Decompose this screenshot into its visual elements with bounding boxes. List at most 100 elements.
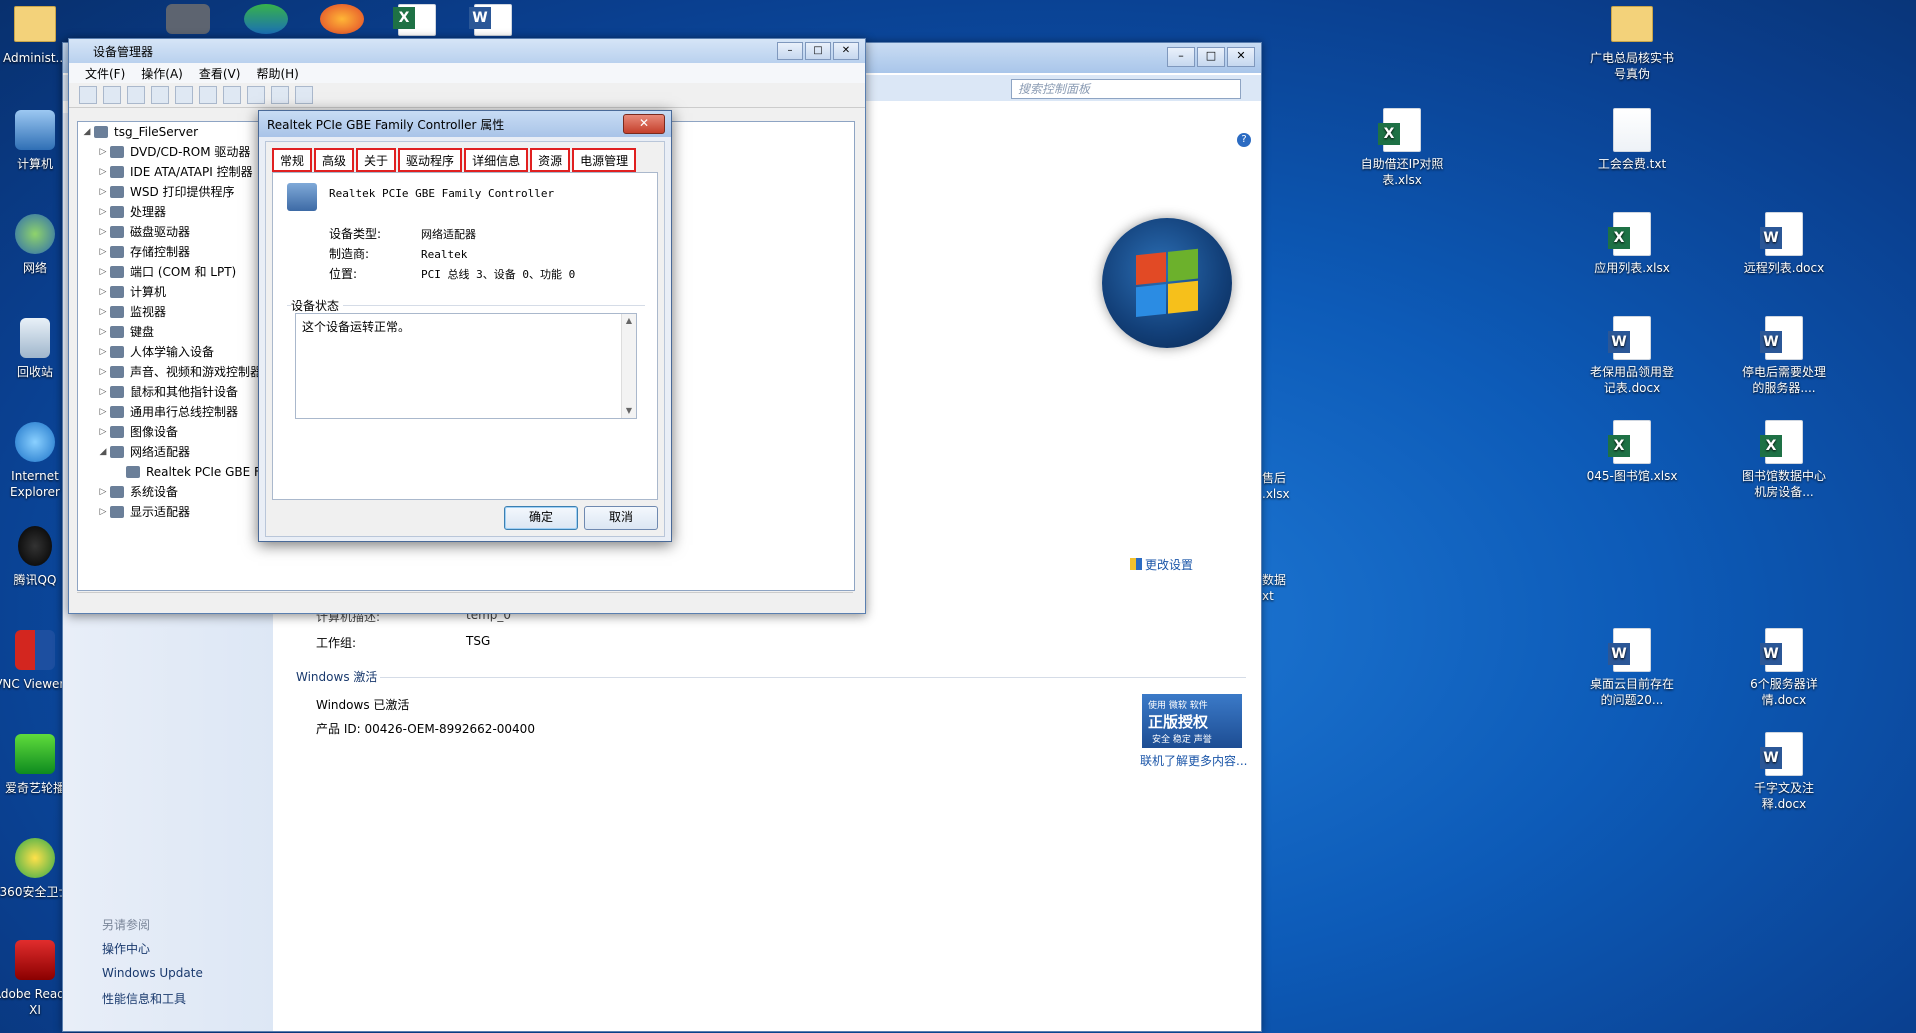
control-panel-search-input[interactable]: 搜索控制面板 — [1011, 79, 1241, 99]
device-status-textbox[interactable]: 这个设备运转正常。 ▲ ▼ — [295, 313, 637, 419]
see-also-performance[interactable]: 性能信息和工具 — [102, 990, 186, 1007]
tree-item-label: 处理器 — [130, 205, 167, 219]
cancel-button[interactable]: 取消 — [584, 506, 658, 530]
expand-arrow-icon[interactable]: ▷ — [96, 202, 110, 222]
help-icon[interactable] — [175, 86, 193, 104]
tab-details[interactable]: 详细信息 — [464, 148, 529, 172]
firefox-icon[interactable] — [320, 4, 364, 34]
desktop-file-label: 广电总局核实书号真伪 — [1589, 51, 1674, 81]
scroll-up-icon[interactable]: ▲ — [622, 314, 636, 328]
processor-icon — [110, 206, 124, 218]
folder-user-icon — [13, 2, 57, 46]
minimize-button[interactable]: – — [777, 42, 803, 60]
badge-sub-text: 安全 稳定 声誉 — [1152, 735, 1212, 745]
expand-arrow-icon[interactable]: ▷ — [96, 502, 110, 522]
device-type-label: 设备类型: — [329, 227, 382, 241]
status-scrollbar[interactable]: ▲ ▼ — [621, 314, 636, 418]
iqiyi-icon — [13, 732, 57, 776]
change-settings-link[interactable]: 更改设置 — [1130, 556, 1193, 573]
device-status-text: 这个设备运转正常。 — [302, 320, 411, 334]
expand-arrow-icon[interactable]: ▷ — [96, 142, 110, 162]
action-pane-icon[interactable] — [199, 86, 217, 104]
menu-bar: 文件(F) 操作(A) 查看(V) 帮助(H) — [69, 63, 865, 83]
excel-file-icon — [1760, 420, 1806, 464]
word-shortcut-icon[interactable] — [469, 4, 512, 36]
close-button[interactable]: ✕ — [833, 42, 859, 60]
device-manager-window-buttons: – □ ✕ — [777, 42, 859, 60]
app-shortcut-icon[interactable] — [166, 4, 210, 34]
excel-shortcut-icon[interactable] — [393, 4, 436, 36]
expand-arrow-icon[interactable]: ▷ — [96, 222, 110, 242]
desktop-file-word[interactable]: 6个服务器详情.docx — [1738, 628, 1830, 708]
properties-dialog: Realtek PCIe GBE Family Controller 属性 ✕ … — [258, 110, 672, 542]
desktop-file-word[interactable]: 桌面云目前存在的问题20... — [1586, 628, 1678, 708]
menu-action[interactable]: 操作(A) — [141, 65, 183, 82]
tab-resources[interactable]: 资源 — [530, 148, 571, 172]
desktop-file-excel[interactable]: 图书馆数据中心机房设备... — [1738, 420, 1830, 500]
expand-arrow-icon[interactable]: ▷ — [96, 262, 110, 282]
disable-icon[interactable] — [295, 86, 313, 104]
collapse-arrow-icon[interactable]: ◢ — [80, 122, 94, 142]
maximize-button[interactable]: □ — [1197, 47, 1225, 67]
expand-arrow-icon[interactable]: ▷ — [96, 182, 110, 202]
back-icon[interactable] — [79, 86, 97, 104]
tab-advanced[interactable]: 高级 — [314, 148, 355, 172]
ok-button[interactable]: 确定 — [504, 506, 578, 530]
scroll-down-icon[interactable]: ▼ — [622, 404, 636, 418]
expand-arrow-icon[interactable]: ▷ — [96, 402, 110, 422]
see-also-action-center[interactable]: 操作中心 — [102, 940, 150, 957]
desktop-file-excel[interactable]: 045-图书馆.xlsx — [1586, 420, 1678, 484]
expand-arrow-icon[interactable]: ▷ — [96, 482, 110, 502]
desktop-file-excel[interactable]: 自助借还IP对照表.xlsx — [1356, 108, 1448, 188]
expand-arrow-icon[interactable]: ▷ — [96, 322, 110, 342]
expand-arrow-icon[interactable]: ▷ — [96, 302, 110, 322]
minimize-button[interactable]: – — [1167, 47, 1195, 67]
desktop-file-excel[interactable]: 应用列表.xlsx — [1586, 212, 1678, 276]
uninstall-icon[interactable] — [271, 86, 289, 104]
tab-general[interactable]: 常规 — [272, 148, 313, 172]
word-file-icon — [1760, 316, 1806, 360]
tab-power-management[interactable]: 电源管理 — [572, 148, 637, 172]
expand-arrow-icon[interactable]: ▷ — [96, 362, 110, 382]
desktop-file-word[interactable]: 停电后需要处理的服务器.... — [1738, 316, 1830, 396]
menu-help[interactable]: 帮助(H) — [256, 65, 298, 82]
workgroup-label: 工作组: — [316, 636, 357, 650]
see-also-windows-update[interactable]: Windows Update — [102, 966, 203, 980]
genuine-software-badge[interactable]: 使用 微软 软件 正版授权 安全 稳定 声誉 — [1142, 694, 1242, 748]
expand-arrow-icon[interactable]: ▷ — [96, 422, 110, 442]
app-shortcut-icon[interactable] — [244, 4, 288, 34]
desktop-file-word[interactable]: 远程列表.docx — [1738, 212, 1830, 276]
update-driver-icon[interactable] — [247, 86, 265, 104]
device-manager-titlebar: 设备管理器 — [69, 39, 865, 63]
desktop-file-folder[interactable]: 广电总局核实书号真伪 — [1586, 2, 1678, 82]
expand-arrow-icon[interactable]: ▷ — [96, 342, 110, 362]
show-hide-tree-icon[interactable] — [127, 86, 145, 104]
tab-about[interactable]: 关于 — [356, 148, 397, 172]
device-status-label: 设备状态 — [291, 297, 344, 314]
expand-arrow-icon[interactable]: ▷ — [96, 282, 110, 302]
tab-bar: 常规 高级 关于 驱动程序 详细信息 资源 电源管理 — [272, 148, 637, 172]
menu-file[interactable]: 文件(F) — [85, 65, 125, 82]
close-button[interactable]: ✕ — [1227, 47, 1255, 67]
collapse-arrow-icon[interactable]: ◢ — [96, 442, 110, 462]
tree-item-label: 图像设备 — [130, 425, 179, 439]
maximize-button[interactable]: □ — [805, 42, 831, 60]
expand-arrow-icon[interactable]: ▷ — [96, 162, 110, 182]
forward-icon[interactable] — [103, 86, 121, 104]
scan-hardware-icon[interactable] — [223, 86, 241, 104]
properties-icon[interactable] — [151, 86, 169, 104]
desktop-file-word[interactable]: 老保用品领用登记表.docx — [1586, 316, 1678, 396]
help-icon[interactable]: ? — [1237, 133, 1251, 147]
learn-more-link[interactable]: 联机了解更多内容... — [1140, 752, 1247, 769]
desktop-file-word[interactable]: 千字文及注释.docx — [1738, 732, 1830, 812]
tab-driver[interactable]: 驱动程序 — [398, 148, 463, 172]
manufacturer-label: 制造商: — [329, 247, 370, 261]
expand-arrow-icon[interactable]: ▷ — [96, 382, 110, 402]
hid-icon — [110, 346, 124, 358]
dialog-close-button[interactable]: ✕ — [623, 114, 665, 134]
desktop-file-label: 停电后需要处理的服务器.... — [1741, 365, 1826, 395]
desktop-file-txt[interactable]: 工会会费.txt — [1586, 108, 1678, 172]
menu-view[interactable]: 查看(V) — [199, 65, 241, 82]
tree-item-label: DVD/CD-ROM 驱动器 — [130, 145, 251, 159]
expand-arrow-icon[interactable]: ▷ — [96, 242, 110, 262]
